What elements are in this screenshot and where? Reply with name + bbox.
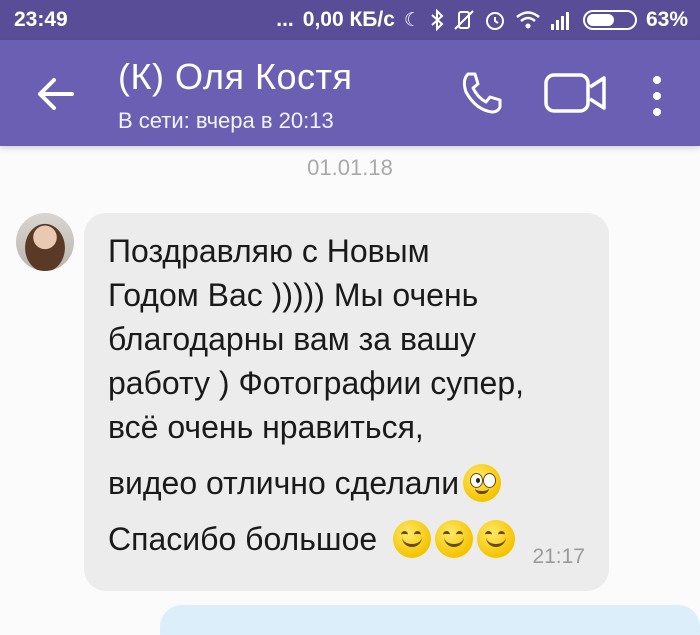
smiling-emoji-icon	[477, 520, 516, 558]
video-call-button[interactable]	[544, 72, 608, 114]
back-button[interactable]	[30, 72, 80, 116]
date-separator: 01.01.18	[307, 155, 393, 180]
battery-icon	[582, 10, 637, 30]
alarm-icon	[485, 12, 504, 30]
message-line: Годом Вас ))))) Мы очень	[108, 277, 479, 313]
rolling-eyes-emoji-icon	[463, 464, 502, 502]
contact-status: В сети: вчера в 20:13	[118, 108, 334, 133]
message-line: всё очень нравиться,	[108, 409, 424, 445]
video-camera-icon	[544, 73, 606, 113]
message-line: работу ) Фотографии супер,	[108, 365, 525, 401]
arrow-left-icon	[38, 78, 74, 110]
moon-icon: ☾	[403, 9, 421, 31]
wifi-icon	[516, 11, 540, 29]
phone-icon	[462, 72, 502, 114]
status-bar: 23:49 ... 0,00 КБ/с ☾ 63%	[0, 0, 700, 40]
more-options-button[interactable]	[644, 74, 670, 118]
chat-header: (К) Оля Костя В сети: вчера в 20:13	[0, 40, 700, 146]
avatar[interactable]	[16, 213, 74, 271]
dot-icon	[653, 108, 661, 116]
message-line-with-emoji: видео отлично сделали	[108, 461, 589, 505]
signal-icon	[550, 12, 569, 30]
status-icons: ... 0,00 КБ/с ☾ 63%	[276, 8, 688, 32]
network-speed: 0,00 КБ/с	[302, 8, 395, 31]
vibrate-off-icon	[454, 10, 474, 30]
message-line-with-emoji: Спасибо большое	[108, 517, 589, 561]
contact-name[interactable]: (К) Оля Костя	[118, 56, 353, 98]
smiling-emoji-icon	[435, 520, 474, 558]
message-time: 21:17	[532, 545, 585, 568]
more-notifications-icon: ...	[276, 8, 294, 31]
call-button[interactable]	[456, 68, 506, 118]
battery-fill	[586, 14, 615, 26]
message-line: видео отлично сделали	[108, 465, 460, 501]
message-line: Спасибо большое	[108, 521, 378, 557]
outgoing-message-bubble[interactable]	[160, 605, 700, 635]
clock: 23:49	[14, 8, 68, 31]
smiling-emoji-icon	[393, 520, 432, 558]
battery-percent: 63%	[645, 8, 688, 31]
message-bubble[interactable]: Поздравляю с Новым Годом Вас ))))) Мы оч…	[84, 213, 609, 591]
dot-icon	[653, 92, 661, 100]
message-line: благодарны вам за вашу	[108, 321, 477, 357]
bluetooth-icon	[431, 9, 444, 31]
message-line: Поздравляю с Новым	[108, 233, 430, 269]
dot-icon	[653, 76, 661, 84]
